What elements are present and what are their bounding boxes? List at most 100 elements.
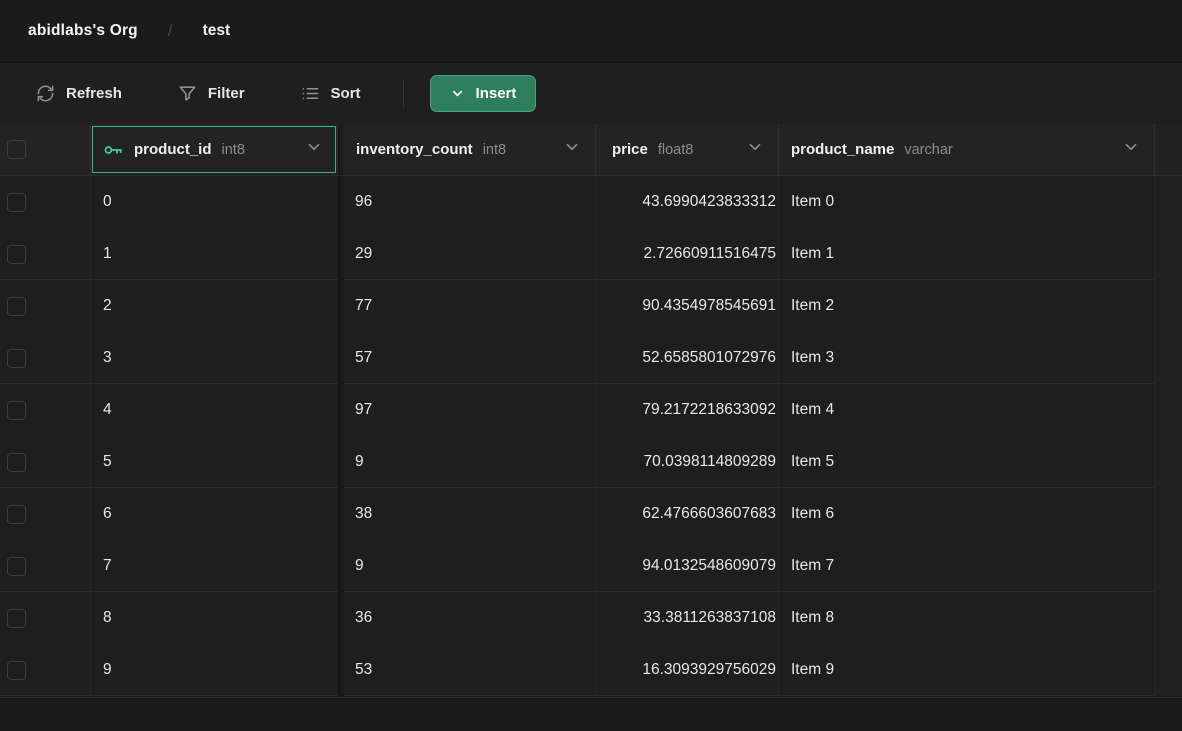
cell-product_id[interactable]: 1 [91,228,338,280]
refresh-icon [36,84,55,103]
cell-inventory_count[interactable]: 57 [344,332,596,384]
row-filler [1155,384,1182,436]
select-all-checkbox[interactable] [7,140,26,159]
chevron-down-icon[interactable] [563,138,581,161]
row-checkbox[interactable] [7,349,26,368]
cell-inventory_count[interactable]: 29 [344,228,596,280]
column-name: inventory_count [356,141,473,158]
filter-icon [178,84,197,103]
cell-price[interactable]: 90.4354978545691 [596,280,779,332]
table-row: 09643.6990423833312Item 0 [0,176,1182,228]
row-select-cell [0,644,91,696]
sort-label: Sort [331,85,361,102]
cell-product_name[interactable]: Item 4 [779,384,1155,436]
table-row: 35752.6585801072976Item 3 [0,332,1182,384]
row-checkbox[interactable] [7,661,26,680]
cell-product_name[interactable]: Item 1 [779,228,1155,280]
table-row: 7994.0132548609079Item 7 [0,540,1182,592]
table-row: 49779.2172218633092Item 4 [0,384,1182,436]
column-header-product-name[interactable]: product_name varchar [779,124,1155,175]
cell-product_id[interactable]: 6 [91,488,338,540]
cell-price[interactable]: 43.6990423833312 [596,176,779,228]
breadcrumb-separator: / [168,21,173,41]
cell-price[interactable]: 62.4766603607683 [596,488,779,540]
cell-product_name[interactable]: Item 3 [779,332,1155,384]
cell-product_name[interactable]: Item 7 [779,540,1155,592]
row-checkbox[interactable] [7,193,26,212]
cell-inventory_count[interactable]: 9 [344,540,596,592]
table-row: 63862.4766603607683Item 6 [0,488,1182,540]
row-select-cell [0,280,91,332]
row-checkbox[interactable] [7,245,26,264]
cell-inventory_count[interactable]: 96 [344,176,596,228]
column-name: product_id [134,141,212,158]
row-filler [1155,332,1182,384]
row-filler [1155,488,1182,540]
chevron-down-icon[interactable] [746,138,764,161]
cell-price[interactable]: 94.0132548609079 [596,540,779,592]
table-row: 27790.4354978545691Item 2 [0,280,1182,332]
row-filler [1155,644,1182,696]
row-filler [1155,176,1182,228]
cell-price[interactable]: 79.2172218633092 [596,384,779,436]
table-row: 83633.3811263837108Item 8 [0,592,1182,644]
row-checkbox[interactable] [7,453,26,472]
cell-price[interactable]: 52.6585801072976 [596,332,779,384]
footer-bar [0,697,1182,731]
cell-inventory_count[interactable]: 97 [344,384,596,436]
select-all-header-cell [0,124,91,175]
breadcrumb-table-name[interactable]: test [203,22,231,40]
cell-inventory_count[interactable]: 53 [344,644,596,696]
cell-price[interactable]: 33.3811263837108 [596,592,779,644]
cell-price[interactable]: 70.0398114809289 [596,436,779,488]
column-header-product-id[interactable]: product_id int8 [91,124,338,175]
cell-product_id[interactable]: 9 [91,644,338,696]
cell-product_id[interactable]: 7 [91,540,338,592]
column-header-inventory-count[interactable]: inventory_count int8 [344,124,596,175]
column-name: price [612,141,648,158]
row-select-cell [0,384,91,436]
cell-product_name[interactable]: Item 8 [779,592,1155,644]
cell-product_name[interactable]: Item 2 [779,280,1155,332]
filter-label: Filter [208,85,245,102]
cell-product_id[interactable]: 5 [91,436,338,488]
chevron-down-icon[interactable] [305,138,323,161]
row-checkbox[interactable] [7,297,26,316]
cell-product_name[interactable]: Item 9 [779,644,1155,696]
row-select-cell [0,176,91,228]
row-checkbox[interactable] [7,557,26,576]
chevron-down-icon[interactable] [1122,138,1140,161]
cell-product_name[interactable]: Item 5 [779,436,1155,488]
insert-label: Insert [476,85,517,102]
row-checkbox[interactable] [7,505,26,524]
cell-inventory_count[interactable]: 38 [344,488,596,540]
row-filler [1155,228,1182,280]
table-row: 5970.0398114809289Item 5 [0,436,1182,488]
cell-inventory_count[interactable]: 36 [344,592,596,644]
sort-icon [301,84,320,103]
row-select-cell [0,332,91,384]
breadcrumb-org[interactable]: abidlabs's Org [28,22,138,40]
column-header-price[interactable]: price float8 [596,124,779,175]
filter-button[interactable]: Filter [178,84,245,103]
cell-product_id[interactable]: 3 [91,332,338,384]
cell-price[interactable]: 16.3093929756029 [596,644,779,696]
cell-product_id[interactable]: 4 [91,384,338,436]
row-select-cell [0,436,91,488]
row-checkbox[interactable] [7,401,26,420]
cell-product_id[interactable]: 8 [91,592,338,644]
cell-price[interactable]: 2.72660911516475 [596,228,779,280]
cell-product_id[interactable]: 2 [91,280,338,332]
sort-button[interactable]: Sort [301,84,361,103]
cell-product_name[interactable]: Item 6 [779,488,1155,540]
cell-inventory_count[interactable]: 77 [344,280,596,332]
toolbar-divider [403,79,404,109]
refresh-button[interactable]: Refresh [36,84,122,103]
cell-product_id[interactable]: 0 [91,176,338,228]
column-type: varchar [904,142,952,158]
insert-button[interactable]: Insert [430,75,537,112]
row-checkbox[interactable] [7,609,26,628]
row-select-cell [0,488,91,540]
cell-inventory_count[interactable]: 9 [344,436,596,488]
cell-product_name[interactable]: Item 0 [779,176,1155,228]
